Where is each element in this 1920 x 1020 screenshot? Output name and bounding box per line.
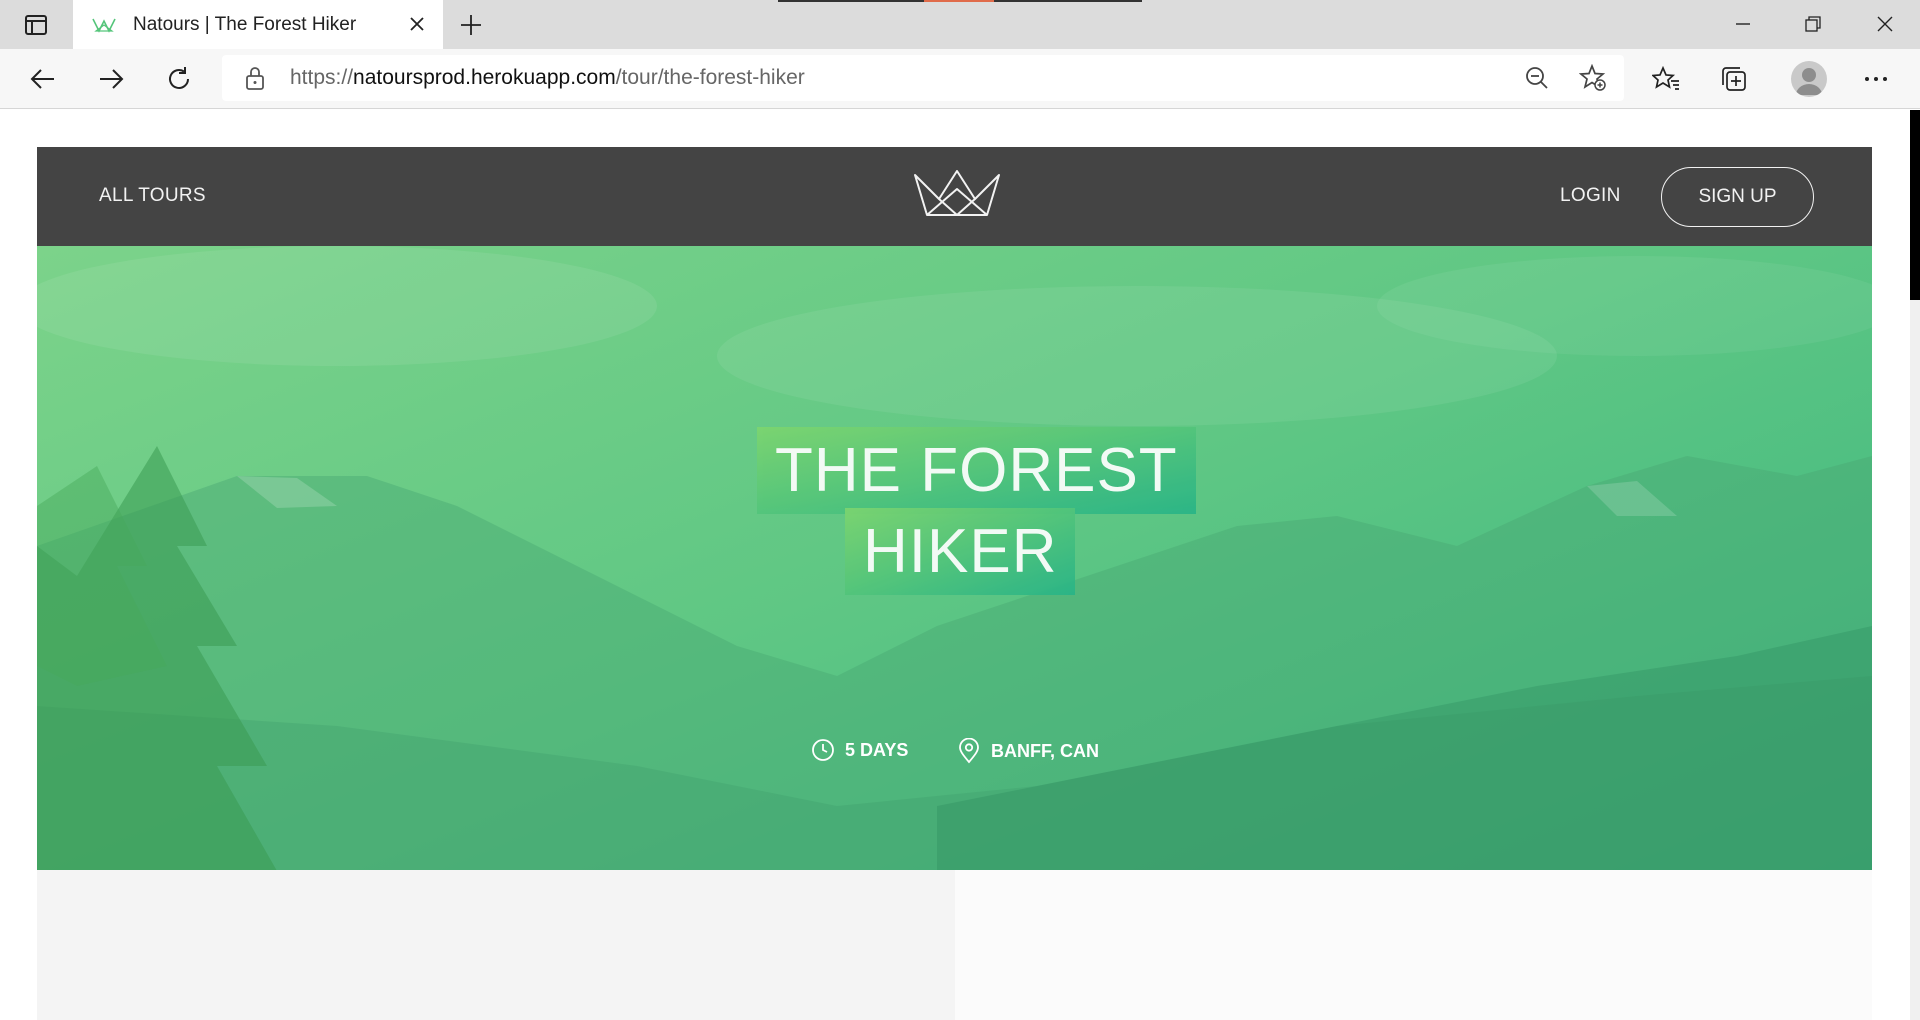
url-scheme: https:// [290,66,354,89]
tab-actions-icon[interactable] [18,10,54,40]
favorites-icon[interactable] [1648,61,1684,97]
add-favorite-icon[interactable] [1578,63,1608,93]
natours-favicon-icon [92,18,116,33]
description-panel [955,870,1872,1020]
scrollbar-thumb[interactable] [1910,110,1920,300]
profile-avatar[interactable] [1791,61,1827,97]
signup-button[interactable]: Sign up [1661,167,1814,227]
natours-logo-icon[interactable] [913,169,1001,219]
site-header: All tours Login Sign up [37,147,1872,246]
tour-details-section [37,870,1872,1020]
url-text[interactable]: https://natoursprod.herokuapp.com/tour/t… [290,66,805,90]
collections-icon[interactable] [1716,61,1752,97]
active-tab[interactable]: Natours | The Forest Hiker [73,0,443,49]
page-scrollbar[interactable] [1910,110,1920,1020]
tour-duration: 5 days [811,738,908,762]
login-link[interactable]: Login [1560,185,1621,207]
address-bar[interactable]: https://natoursprod.herokuapp.com/tour/t… [222,55,1624,101]
zoom-out-icon[interactable] [1522,63,1552,93]
clock-icon [812,739,834,761]
tour-location-text: Banff, CAN [991,740,1099,761]
forward-icon[interactable] [91,61,131,97]
url-host: natoursprod.herokuapp.com [353,66,616,89]
minimize-icon[interactable] [1720,8,1766,40]
tour-duration-text: 5 days [845,739,909,760]
tour-location: Banff, CAN [957,738,1099,764]
refresh-icon[interactable] [159,61,199,97]
browser-toolbar: https://natoursprod.herokuapp.com/tour/t… [0,49,1920,109]
all-tours-link[interactable]: All tours [99,185,206,207]
tab-title: Natours | The Forest Hiker [133,13,357,35]
new-tab-icon[interactable] [456,10,486,40]
more-menu-icon[interactable] [1858,61,1894,97]
url-path: /tour/the-forest-hiker [615,66,805,89]
browser-tab-strip: Natours | The Forest Hiker [0,0,1920,49]
loading-indicator-accent [924,0,994,2]
close-window-icon[interactable] [1862,8,1908,40]
close-tab-icon[interactable] [405,12,429,36]
tour-title-line-1: The forest [757,427,1196,514]
overview-panel [37,870,955,1020]
tour-title-line-2: hiker [845,508,1076,595]
lock-icon[interactable] [244,66,266,90]
page-viewport: All tours Login Sign up [0,110,1920,1020]
restore-icon[interactable] [1790,8,1836,40]
back-icon[interactable] [23,61,63,97]
map-pin-icon [959,738,979,764]
